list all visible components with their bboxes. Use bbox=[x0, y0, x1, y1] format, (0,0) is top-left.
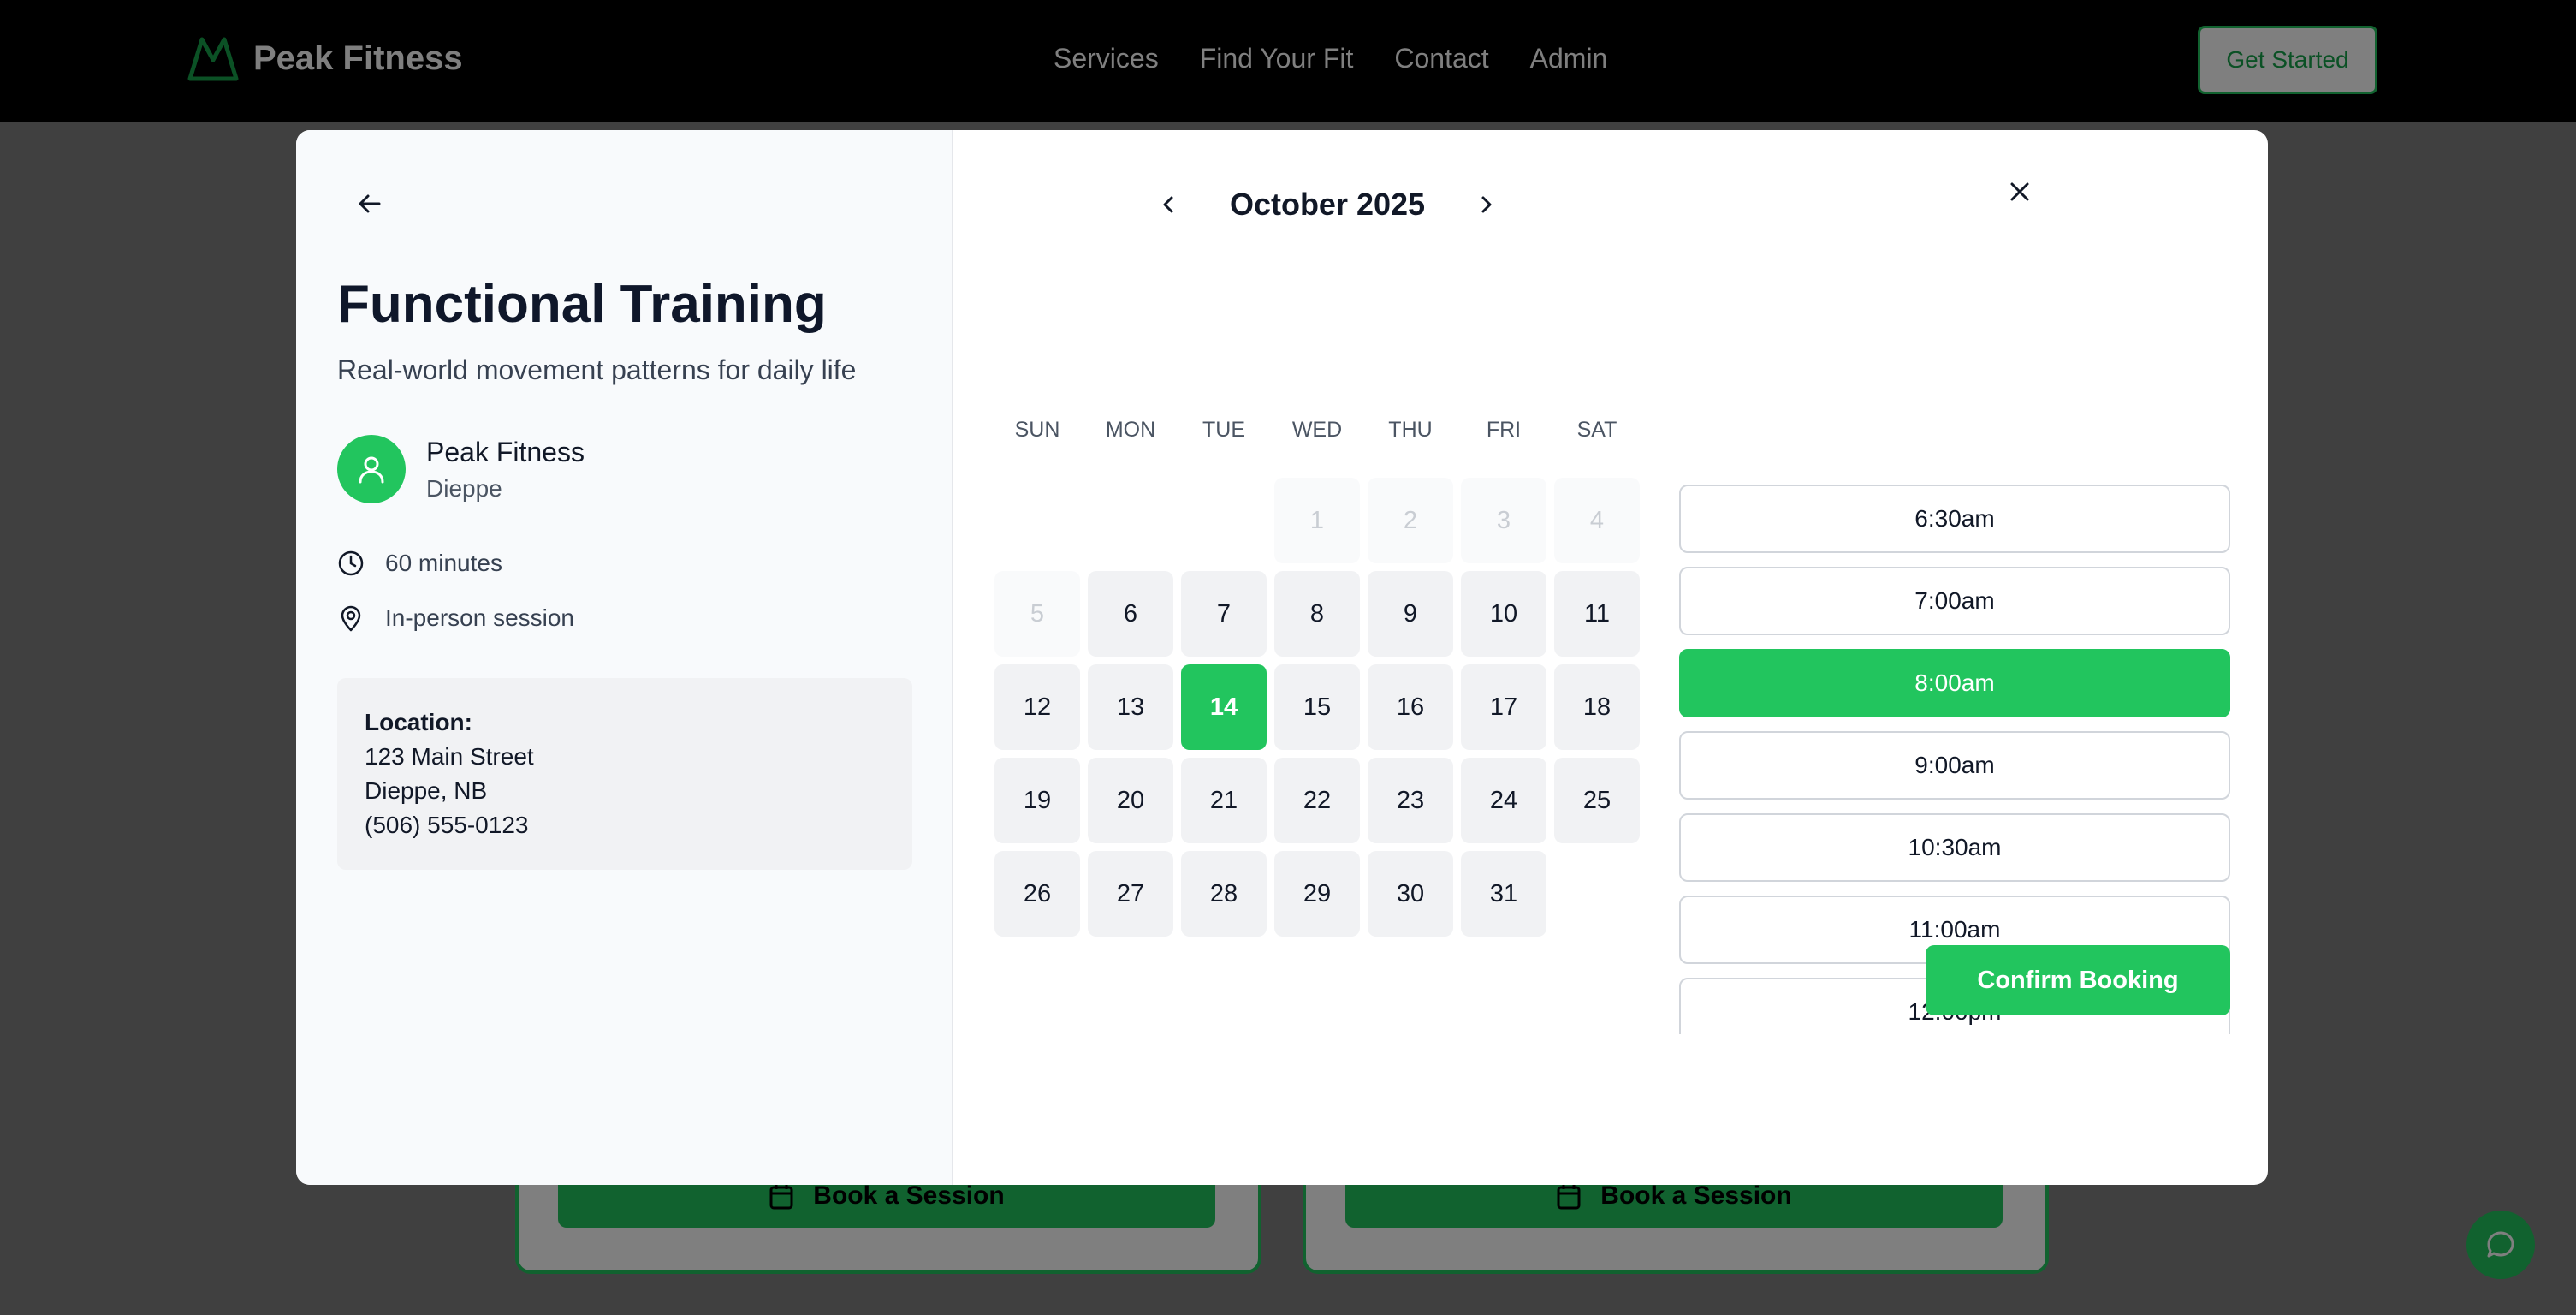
empty-day-cell bbox=[1088, 478, 1173, 563]
day-cell: 4 bbox=[1554, 478, 1640, 563]
confirm-booking-button[interactable]: Confirm Booking bbox=[1926, 945, 2230, 1015]
day-cell: 3 bbox=[1461, 478, 1546, 563]
day-cell[interactable]: 12 bbox=[994, 664, 1080, 750]
scheduling-pane: October 2025 SUN MON TUE WED THU FRI SAT 12345… bbox=[953, 130, 2268, 1185]
day-cell[interactable]: 28 bbox=[1181, 851, 1267, 937]
weekday-label: TUE bbox=[1202, 418, 1245, 442]
day-cell[interactable]: 30 bbox=[1368, 851, 1453, 937]
day-cell[interactable]: 16 bbox=[1368, 664, 1453, 750]
day-cell[interactable]: 25 bbox=[1554, 758, 1640, 843]
day-cell[interactable]: 13 bbox=[1088, 664, 1173, 750]
prev-month-button[interactable] bbox=[1152, 187, 1186, 222]
day-cell[interactable]: 21 bbox=[1181, 758, 1267, 843]
weekday-label: THU bbox=[1388, 418, 1433, 442]
close-icon bbox=[2010, 182, 2029, 201]
location-label: Location: bbox=[365, 709, 472, 735]
provider-name: Peak Fitness bbox=[426, 436, 585, 467]
day-cell[interactable]: 24 bbox=[1461, 758, 1546, 843]
address-line-1: 123 Main Street bbox=[365, 743, 534, 770]
weekday-label: WED bbox=[1291, 418, 1343, 442]
weekday-label: MON bbox=[1105, 418, 1156, 442]
empty-day-cell bbox=[994, 478, 1080, 563]
duration-info: 60 minutes bbox=[337, 550, 502, 577]
day-cell[interactable]: 8 bbox=[1274, 571, 1360, 657]
calendar-grid: 1 2 3 4 5 6 7 8 9 10 11 12 13 14 15 16 17 18 19 20 21 22 23 24 2… bbox=[994, 478, 1640, 937]
empty-day-cell bbox=[1181, 478, 1267, 563]
day-cell[interactable]: 7 bbox=[1181, 571, 1267, 657]
day-cell[interactable]: 27 bbox=[1088, 851, 1173, 937]
service-title: Functional Training bbox=[337, 275, 827, 334]
day-cell[interactable]: 6 bbox=[1088, 571, 1173, 657]
avatar bbox=[337, 435, 406, 503]
service-details-pane: Functional Training Real-world movement … bbox=[296, 130, 953, 1185]
day-cell[interactable]: 17 bbox=[1461, 664, 1546, 750]
day-cell[interactable]: 15 bbox=[1274, 664, 1360, 750]
weekday-header: SUN MON TUE WED THU FRI SAT bbox=[994, 418, 1645, 443]
time-slot[interactable]: 10:30am bbox=[1679, 813, 2230, 882]
time-slot[interactable]: 6:30am bbox=[1679, 485, 2230, 553]
day-cell[interactable]: 29 bbox=[1274, 851, 1360, 937]
time-slot[interactable]: 9:00am bbox=[1679, 731, 2230, 800]
day-cell[interactable]: 19 bbox=[994, 758, 1080, 843]
session-mode-info: In-person session bbox=[337, 604, 574, 632]
month-label: October 2025 bbox=[1229, 187, 1426, 222]
user-icon bbox=[359, 456, 384, 484]
back-button[interactable] bbox=[349, 183, 390, 224]
arrow-left-icon bbox=[359, 194, 381, 213]
phone-number: (506) 555-0123 bbox=[365, 812, 529, 838]
day-cell[interactable]: 11 bbox=[1554, 571, 1640, 657]
chevron-right-icon bbox=[1481, 196, 1492, 213]
time-slot[interactable]: 7:00am bbox=[1679, 567, 2230, 635]
booking-modal: Functional Training Real-world movement … bbox=[296, 130, 2268, 1185]
weekday-label: FRI bbox=[1486, 418, 1522, 442]
chevron-left-icon bbox=[1163, 196, 1173, 213]
provider-city: Dieppe bbox=[426, 474, 502, 502]
day-cell[interactable]: 9 bbox=[1368, 571, 1453, 657]
address-line-2: Dieppe, NB bbox=[365, 777, 488, 804]
location-box: Location: 123 Main Street Dieppe, NB (50… bbox=[337, 678, 912, 870]
weekday-label: SAT bbox=[1576, 418, 1617, 442]
day-cell: 2 bbox=[1368, 478, 1453, 563]
day-cell[interactable]: 10 bbox=[1461, 571, 1546, 657]
day-cell: 1 bbox=[1274, 478, 1360, 563]
day-cell[interactable]: 31 bbox=[1461, 851, 1546, 937]
day-cell[interactable]: 20 bbox=[1088, 758, 1173, 843]
next-month-button[interactable] bbox=[1469, 187, 1503, 222]
day-cell: 5 bbox=[994, 571, 1080, 657]
service-subtitle: Real-world movement patterns for daily l… bbox=[337, 354, 857, 385]
day-cell-selected[interactable]: 14 bbox=[1181, 664, 1267, 750]
day-cell[interactable]: 26 bbox=[994, 851, 1080, 937]
day-cell[interactable]: 23 bbox=[1368, 758, 1453, 843]
duration-text: 60 minutes bbox=[385, 550, 502, 576]
clock-icon bbox=[338, 550, 364, 576]
calendar-header: October 2025 bbox=[1152, 183, 1503, 226]
day-cell[interactable]: 22 bbox=[1274, 758, 1360, 843]
weekday-label: SUN bbox=[1014, 418, 1060, 442]
session-mode-text: In-person session bbox=[385, 604, 575, 631]
provider-info: Peak Fitness Dieppe bbox=[337, 435, 585, 503]
day-cell[interactable]: 18 bbox=[1554, 664, 1640, 750]
close-button[interactable] bbox=[1999, 171, 2040, 212]
map-pin-icon bbox=[341, 605, 361, 632]
time-slot-selected[interactable]: 8:00am bbox=[1679, 649, 2230, 717]
